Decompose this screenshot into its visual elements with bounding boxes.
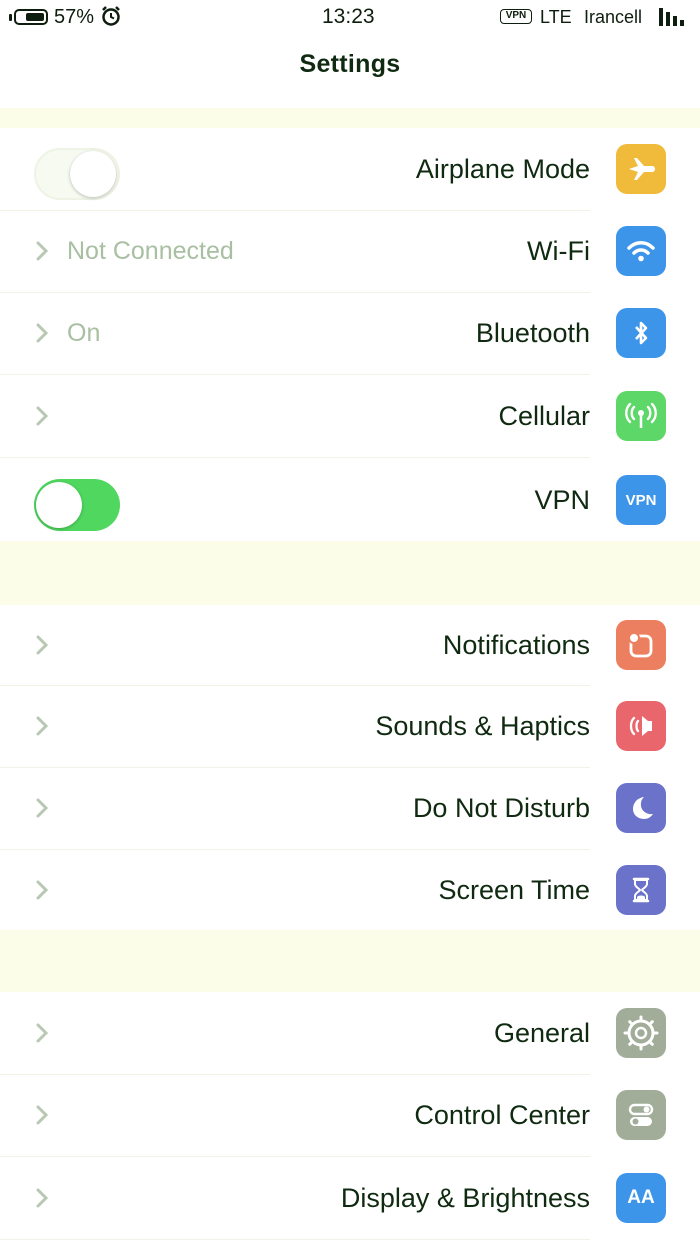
row-label: Notifications [442, 630, 590, 660]
alarm-icon [100, 5, 122, 32]
vpn-status-badge: VPN [500, 9, 532, 24]
vpn-toggle[interactable] [34, 479, 120, 531]
settings-row-control-center[interactable]: Control Center [0, 1074, 700, 1156]
switches-icon [616, 1090, 666, 1140]
bluetooth-icon [616, 308, 666, 358]
gear-icon [616, 1008, 666, 1058]
status-bar: 57% 13:23 VPN LTE Irancell [0, 0, 700, 34]
chevron-right-icon [36, 880, 49, 900]
vpn-icon: VPN [616, 475, 666, 525]
chevron-right-icon [36, 716, 49, 736]
settings-row-display-brightness[interactable]: Display & Brightness AA [0, 1157, 700, 1239]
group-separator [0, 541, 700, 605]
settings-row-do-not-disturb[interactable]: Do Not Disturb [0, 767, 700, 849]
group-separator [0, 930, 700, 992]
row-label: Bluetooth [475, 318, 590, 348]
row-label: Screen Time [438, 875, 590, 905]
battery-percent: 57% [54, 6, 95, 28]
row-label: Wi-Fi [527, 236, 590, 266]
chevron-right-icon [36, 323, 49, 343]
wifi-icon [616, 226, 666, 276]
carrier-name: Irancell [584, 7, 643, 27]
row-label: Control Center [414, 1100, 590, 1130]
row-value: On [67, 319, 101, 347]
row-value: Not Connected [67, 237, 234, 265]
chevron-right-icon [36, 1023, 49, 1043]
moon-icon [616, 783, 666, 833]
vpn-icon-text: VPN [625, 491, 657, 509]
speaker-icon [616, 701, 666, 751]
settings-row-wifi[interactable]: Not Connected Wi-Fi [0, 210, 700, 292]
network-type: LTE [540, 7, 572, 27]
row-label: General [493, 1018, 590, 1048]
row-label: Display & Brightness [340, 1183, 590, 1213]
settings-row-notifications[interactable]: Notifications [0, 604, 700, 686]
group-separator [0, 108, 700, 128]
airplane-icon [616, 144, 666, 194]
settings-row-bluetooth[interactable]: On Bluetooth [0, 292, 700, 374]
settings-row-airplane-mode[interactable]: Airplane Mode [0, 128, 700, 210]
row-label: Airplane Mode [415, 154, 590, 184]
text-size-icon: AA [616, 1173, 666, 1223]
chevron-right-icon [36, 241, 49, 261]
row-label: Cellular [498, 401, 590, 431]
status-time: 13:23 [322, 5, 375, 28]
row-label: Do Not Disturb [412, 793, 590, 823]
hourglass-icon [616, 865, 666, 915]
notifications-icon [616, 620, 666, 670]
chevron-right-icon [36, 406, 49, 426]
chevron-right-icon [36, 1188, 49, 1208]
row-label: Sounds & Haptics [375, 711, 590, 741]
page-title: Settings [299, 50, 401, 78]
signal-strength-icon [659, 8, 689, 26]
chevron-right-icon [36, 635, 49, 655]
settings-row-screen-time[interactable]: Screen Time [0, 849, 700, 931]
text-size-icon-text: AA [627, 1187, 655, 1208]
chevron-right-icon [36, 1105, 49, 1125]
chevron-right-icon [36, 798, 49, 818]
row-label: VPN [534, 485, 590, 515]
settings-row-sounds-haptics[interactable]: Sounds & Haptics [0, 685, 700, 767]
settings-row-general[interactable]: General [0, 992, 700, 1074]
airplane-mode-toggle[interactable] [34, 148, 120, 200]
settings-row-vpn[interactable]: VPN VPN [0, 459, 700, 541]
settings-row-cellular[interactable]: Cellular [0, 375, 700, 457]
cellular-icon [616, 391, 666, 441]
